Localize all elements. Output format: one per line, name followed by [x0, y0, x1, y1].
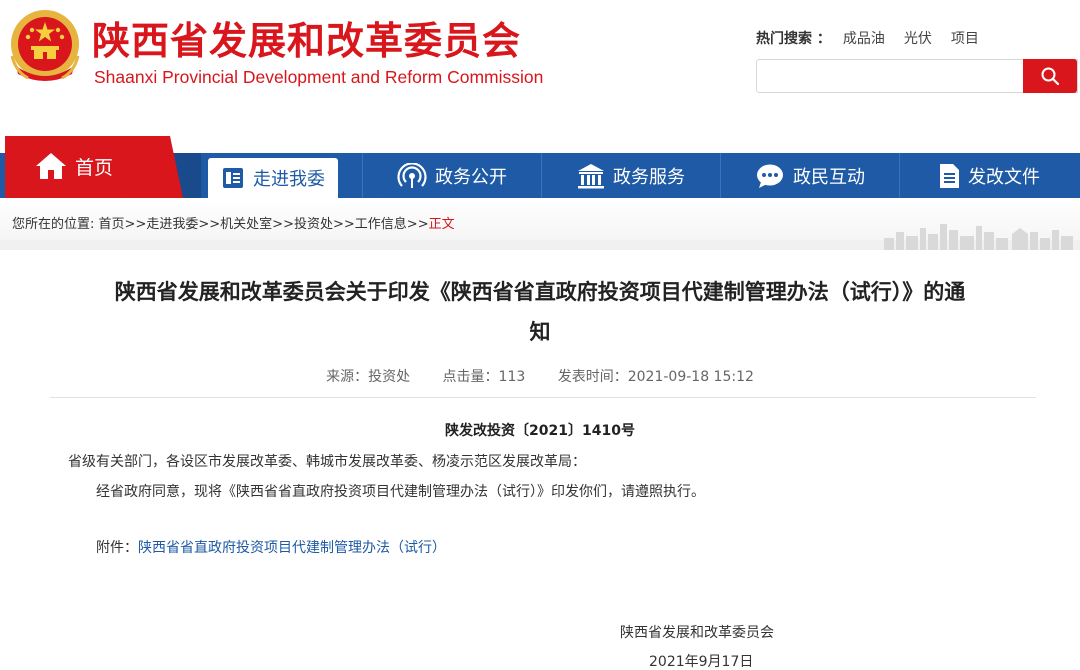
- site-header: 陕西省发展和改革委员会 Shaanxi Provincial Developme…: [0, 0, 1080, 135]
- city-skyline-decoration: [884, 224, 1073, 250]
- id-card-icon: [223, 168, 243, 188]
- breadcrumb-item[interactable]: 工作信息: [355, 217, 407, 232]
- nav-item-label: 政民互动: [793, 166, 865, 188]
- breadcrumb-prefix: 您所在的位置:: [12, 217, 95, 232]
- site-title-english: Shaanxi Provincial Development and Refor…: [94, 67, 544, 87]
- nav-item-gov-affairs[interactable]: 政务公开: [363, 153, 541, 198]
- search-box: [756, 59, 1078, 93]
- breadcrumb-item[interactable]: 投资处: [294, 217, 333, 232]
- nav-item-about[interactable]: 走进我委: [208, 158, 338, 198]
- document-number: 陕发改投资〔2021〕1410号: [445, 423, 635, 439]
- nav-item-label: 政务公开: [435, 166, 507, 188]
- signature-org: 陕西省发展和改革委员会: [620, 625, 774, 641]
- hot-search-item[interactable]: 成品油: [843, 28, 885, 48]
- chat-bubble-icon: [757, 164, 783, 188]
- breadcrumb-sep: >>: [332, 217, 355, 232]
- attachment-link[interactable]: 陕西省省直政府投资项目代建制管理办法（试行）: [138, 540, 446, 556]
- broadcast-icon: [397, 162, 427, 188]
- nav-item-label: 发改文件: [968, 166, 1040, 188]
- meta-source: 来源：投资处: [326, 369, 411, 385]
- national-emblem-icon[interactable]: [6, 6, 84, 86]
- meta-publish-time: 发表时间：2021-09-18 15:12: [557, 369, 754, 385]
- body-paragraph: 经省政府同意，现将《陕西省省直政府投资项目代建制管理办法（试行）》印发你们，请遵…: [96, 484, 705, 500]
- breadcrumb: 您所在的位置: 首页>>走进我委>>机关处室>>投资处>>工作信息>>正文: [12, 213, 455, 232]
- hot-search-item[interactable]: 光伏: [904, 28, 932, 48]
- article-title-line: 陕西省发展和改革委员会关于印发《陕西省省直政府投资项目代建制管理办法（试行）》的…: [114, 280, 966, 304]
- document-icon: [940, 163, 959, 188]
- site-title[interactable]: 陕西省发展和改革委员会: [92, 10, 521, 65]
- breadcrumb-sep: >>: [198, 217, 221, 232]
- nav-home[interactable]: 首页: [5, 136, 183, 198]
- breadcrumb-item[interactable]: 机关处室: [220, 217, 272, 232]
- article-meta: 来源：投资处 点击量：113 发表时间：2021-09-18 15:12: [0, 366, 1080, 386]
- nav-item-gov-services[interactable]: 政务服务: [542, 153, 720, 198]
- search-icon: [1041, 67, 1060, 86]
- search-input[interactable]: [757, 60, 1025, 92]
- breadcrumb-item[interactable]: 走进我委: [146, 217, 198, 232]
- meta-clicks: 点击量：113: [442, 369, 526, 385]
- nav-home-label: 首页: [75, 156, 114, 179]
- hot-search-label: 热门搜索 ：: [756, 31, 831, 47]
- nav-item-label: 政务服务: [613, 166, 685, 188]
- article-title: 陕西省发展和改革委员会关于印发《陕西省省直政府投资项目代建制管理办法（试行）》的…: [80, 272, 1000, 352]
- hot-search-item[interactable]: 项目: [951, 28, 979, 48]
- divider: [50, 397, 1036, 398]
- nav-home-content: 首页: [35, 152, 113, 180]
- search-button[interactable]: [1023, 59, 1077, 93]
- recipients-paragraph: 省级有关部门，各设区市发展改革委、韩城市发展改革委、杨凌示范区发展改革局：: [68, 454, 586, 470]
- breadcrumb-sep: >>: [272, 217, 294, 232]
- attachment: 附件：陕西省省直政府投资项目代建制管理办法（试行）: [96, 537, 446, 557]
- breadcrumb-sep: >>: [406, 217, 429, 232]
- signature-date: 2021年9月17日: [649, 654, 754, 670]
- home-icon: [36, 153, 66, 179]
- article-title-line: 知: [529, 320, 551, 344]
- attachment-label: 附件：: [96, 540, 138, 556]
- nav-item-interaction[interactable]: 政民互动: [721, 153, 899, 198]
- nav-item-documents[interactable]: 发改文件: [900, 153, 1078, 198]
- breadcrumb-current: 正文: [428, 217, 455, 232]
- building-icon: [578, 163, 604, 188]
- hot-search: 热门搜索 ： 成品油 光伏 项目: [756, 28, 998, 48]
- breadcrumb-sep: >>: [124, 217, 147, 232]
- breadcrumb-item[interactable]: 首页: [99, 217, 125, 232]
- nav-item-label: 走进我委: [253, 169, 325, 190]
